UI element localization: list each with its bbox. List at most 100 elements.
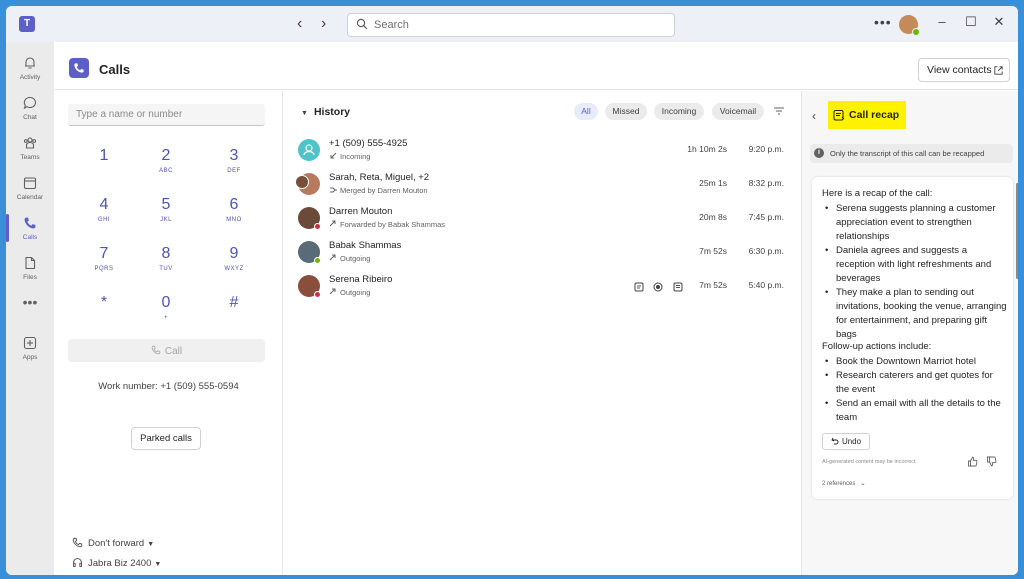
maximize-icon[interactable]: ☐ xyxy=(961,14,981,30)
chat-icon xyxy=(23,96,36,110)
rail-label: Apps xyxy=(22,354,38,361)
forward-arrow-icon[interactable]: › xyxy=(321,15,326,33)
dial-pad-panel: 1 2 ABC 3 DEF 4 GHI 5 JKL 6 MNO 7 PQRS 8 TUV 9 W… xyxy=(54,91,283,575)
thumbs-down-icon[interactable] xyxy=(986,456,997,467)
minimize-icon[interactable]: – xyxy=(932,14,952,29)
rail-item-chat[interactable]: Chat xyxy=(6,90,54,130)
call-button[interactable]: Call xyxy=(68,339,265,362)
filter-voicemail[interactable]: Voicemail xyxy=(712,103,764,120)
dial-number-input[interactable] xyxy=(68,104,265,126)
call-history-row[interactable]: Serena Ribeiro Outgoing 7m 52s 5:40 p.m. xyxy=(284,269,800,303)
dial-key-6[interactable]: 6 MNO xyxy=(209,195,259,237)
rail-item-files[interactable]: Files xyxy=(6,250,54,290)
filter-icon[interactable] xyxy=(773,105,785,117)
calls-app-icon xyxy=(69,58,89,78)
undo-label: Undo xyxy=(841,437,862,446)
user-avatar[interactable] xyxy=(899,15,920,36)
rail-item-activity[interactable]: Activity xyxy=(6,50,54,90)
outgoing-call-icon xyxy=(329,254,336,261)
key-letters: + xyxy=(163,315,168,321)
caller-name: Sarah, Reta, Miguel, +2 xyxy=(329,172,430,183)
incoming-call-icon xyxy=(330,152,337,159)
work-number: Work number: +1 (509) 555-0594 xyxy=(98,381,239,392)
undo-button[interactable]: Undo xyxy=(822,433,870,450)
key-letters: TUV xyxy=(159,266,173,272)
key-letters: ABC xyxy=(159,168,173,174)
dial-key-4[interactable]: 4 GHI xyxy=(79,195,129,237)
calls-header: Calls View contacts xyxy=(54,42,1018,90)
more-apps-icon[interactable]: ••• xyxy=(6,294,54,310)
group-avatar xyxy=(295,173,320,195)
call-forwarding-dropdown[interactable]: Don't forward ▼ xyxy=(72,537,154,549)
references-toggle[interactable]: 2 references ⌄ xyxy=(822,479,866,487)
search-input[interactable] xyxy=(374,17,664,33)
recap-card: Here is a recap of the call: Serena sugg… xyxy=(812,177,1013,499)
recap-scrollbar[interactable] xyxy=(1016,183,1018,279)
more-options-icon[interactable]: ••• xyxy=(874,14,892,30)
presence-available-icon xyxy=(314,257,321,264)
dial-key-0[interactable]: 0 + xyxy=(141,293,191,335)
dial-key-2[interactable]: 2 ABC xyxy=(141,146,191,188)
view-contacts-button[interactable]: View contacts xyxy=(918,58,1010,82)
notice-text: Only the transcript of this call can be … xyxy=(830,149,985,158)
key-digit: # xyxy=(229,294,239,311)
recording-icon[interactable] xyxy=(653,282,663,292)
call-type-label: Outgoing xyxy=(340,288,371,297)
filter-incoming[interactable]: Incoming xyxy=(654,103,704,120)
close-icon[interactable]: ✕ xyxy=(989,14,1009,30)
list-item: They make a plan to sending out invitati… xyxy=(822,286,1008,342)
contact-avatar xyxy=(298,207,321,230)
key-letters: MNO xyxy=(226,217,242,223)
call-history-row[interactable]: +1 (509) 555-4925 Incoming 1h 10m 2s 9:2… xyxy=(284,133,800,167)
history-toggle[interactable]: ▼ History xyxy=(301,106,350,118)
dial-key-star[interactable]: * xyxy=(79,293,129,335)
back-chevron-icon[interactable]: ‹ xyxy=(812,109,816,123)
key-digit: 8 xyxy=(161,245,171,262)
recap-title-highlight: Call recap xyxy=(828,101,906,129)
call-time: 6:30 p.m. xyxy=(748,246,784,256)
dial-key-5[interactable]: 5 JKL xyxy=(141,195,191,237)
call-history-row[interactable]: Darren Mouton Forwarded by Babak Shammas… xyxy=(284,201,800,235)
forward-phone-icon xyxy=(72,537,83,548)
filter-all[interactable]: All xyxy=(574,103,598,120)
thumbs-up-icon[interactable] xyxy=(967,456,978,467)
list-item: Send an email with all the details to th… xyxy=(822,397,1008,425)
dial-key-9[interactable]: 9 WXYZ xyxy=(209,244,259,286)
key-letters: WXYZ xyxy=(224,266,244,272)
dial-key-3[interactable]: 3 DEF xyxy=(209,146,259,188)
audio-device-dropdown[interactable]: Jabra Biz 2400 ▼ xyxy=(72,557,161,569)
call-history-row[interactable]: Babak Shammas Outgoing 7m 52s 6:30 p.m. xyxy=(284,235,800,269)
app-rail: Activity Chat Teams Calendar Calls Files… xyxy=(6,42,54,575)
rail-item-calls[interactable]: Calls xyxy=(6,210,54,250)
call-time: 8:32 p.m. xyxy=(748,178,784,188)
page-title: Calls xyxy=(99,62,131,77)
rail-item-apps[interactable]: Apps xyxy=(6,330,54,370)
dial-key-7[interactable]: 7 PQRS xyxy=(79,244,129,286)
recap-icon[interactable] xyxy=(634,282,644,292)
caller-name: Babak Shammas xyxy=(329,240,402,251)
followup-list: Book the Downtown Marriot hotel Research… xyxy=(822,355,1008,425)
phone-icon xyxy=(24,217,36,229)
avatar xyxy=(295,175,309,189)
search-box[interactable] xyxy=(347,13,675,37)
rail-item-teams[interactable]: Teams xyxy=(6,130,54,170)
list-item: Serena suggests planning a customer appr… xyxy=(822,202,1008,244)
dial-key-hash[interactable]: # xyxy=(209,293,259,335)
call-duration: 25m 1s xyxy=(699,178,727,188)
call-duration: 1h 10m 2s xyxy=(687,144,727,154)
device-label: Jabra Biz 2400 xyxy=(88,558,152,569)
dial-key-1[interactable]: 1 xyxy=(79,146,129,188)
dial-key-8[interactable]: 8 TUV xyxy=(141,244,191,286)
call-time: 7:45 p.m. xyxy=(748,212,784,222)
contact-avatar xyxy=(298,139,320,161)
rail-item-calendar[interactable]: Calendar xyxy=(6,170,54,210)
back-arrow-icon[interactable]: ‹ xyxy=(297,15,302,33)
recap-notice: i Only the transcript of this call can b… xyxy=(810,144,1013,163)
call-history-row[interactable]: Sarah, Reta, Miguel, +2 Merged by Darren… xyxy=(284,167,800,201)
filter-missed[interactable]: Missed xyxy=(605,103,647,120)
key-letters: DEF xyxy=(227,168,241,174)
list-item: Daniela agrees and suggests a reception … xyxy=(822,244,1008,286)
followup-title: Follow-up actions include: xyxy=(822,341,932,352)
references-label: 2 references xyxy=(822,481,856,487)
parked-calls-button[interactable]: Parked calls xyxy=(131,427,201,450)
